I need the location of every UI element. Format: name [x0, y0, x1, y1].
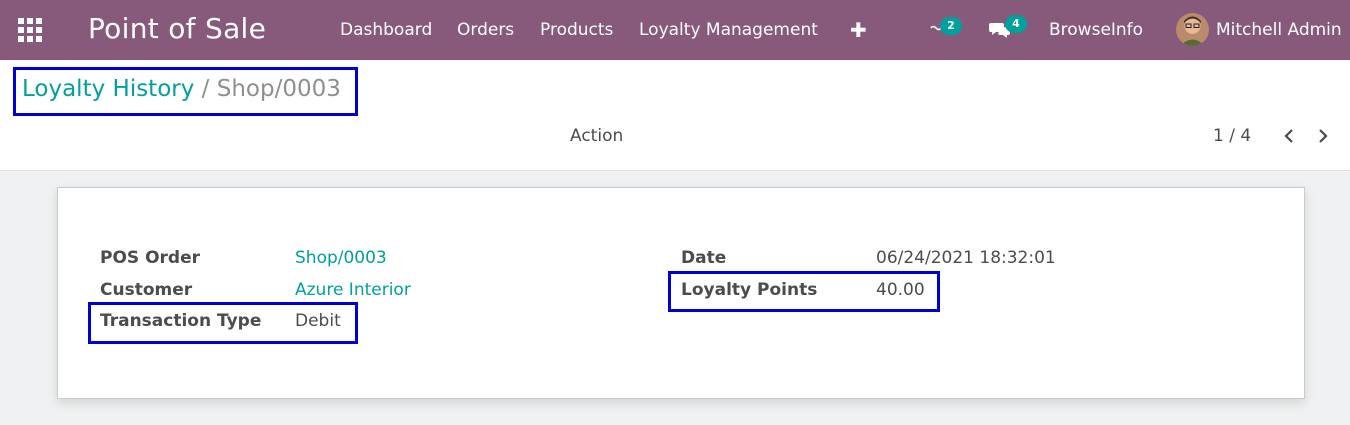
- date-label: Date: [681, 248, 727, 268]
- breadcrumb: Loyalty History / Shop/0003: [13, 67, 358, 116]
- date-value: 06/24/2021 18:32:01: [876, 248, 1056, 268]
- company-switcher[interactable]: BrowseInfo: [1049, 0, 1143, 60]
- apps-grid-icon: [18, 18, 46, 42]
- breadcrumb-current-record: Shop/0003: [216, 76, 341, 102]
- control-panel: Loyalty History / Shop/0003 Action 1 / 4: [0, 60, 1350, 171]
- pager-value[interactable]: 1 / 4: [1213, 126, 1251, 146]
- pos-order-label: POS Order: [100, 248, 200, 268]
- action-dropdown-button[interactable]: Action: [570, 126, 623, 146]
- breadcrumb-separator: /: [201, 76, 210, 102]
- chevron-right-icon: [1319, 129, 1328, 143]
- pager-next-button[interactable]: [1312, 122, 1336, 150]
- menu-orders[interactable]: Orders: [457, 0, 514, 60]
- top-navbar: Point of Sale Dashboard Orders Products …: [0, 0, 1350, 60]
- customer-label: Customer: [100, 280, 193, 300]
- plus-icon[interactable]: ✚: [850, 0, 867, 60]
- chevron-left-icon: [1284, 129, 1293, 143]
- menu-loyalty-management[interactable]: Loyalty Management: [639, 0, 818, 60]
- apps-menu-button[interactable]: [18, 18, 46, 42]
- breadcrumb-loyalty-history[interactable]: Loyalty History: [22, 76, 194, 102]
- user-avatar[interactable]: [1176, 13, 1209, 46]
- form-sheet: POS Order Shop/0003 Customer Azure Inter…: [57, 187, 1305, 399]
- transaction-type-value: Debit: [295, 311, 341, 331]
- loyalty-points-value: 40.00: [876, 280, 925, 300]
- transaction-type-label: Transaction Type: [100, 311, 262, 331]
- activity-count-badge: 2: [940, 17, 962, 35]
- loyalty-points-label: Loyalty Points: [681, 280, 818, 300]
- pager-previous-button[interactable]: [1278, 122, 1302, 150]
- app-title[interactable]: Point of Sale: [88, 12, 266, 45]
- messages-count-badge: 4: [1005, 15, 1027, 33]
- menu-dashboard[interactable]: Dashboard: [340, 0, 432, 60]
- user-menu[interactable]: Mitchell Admin: [1216, 0, 1342, 60]
- menu-products[interactable]: Products: [540, 0, 613, 60]
- customer-link[interactable]: Azure Interior: [295, 280, 411, 300]
- pos-order-link[interactable]: Shop/0003: [295, 248, 387, 268]
